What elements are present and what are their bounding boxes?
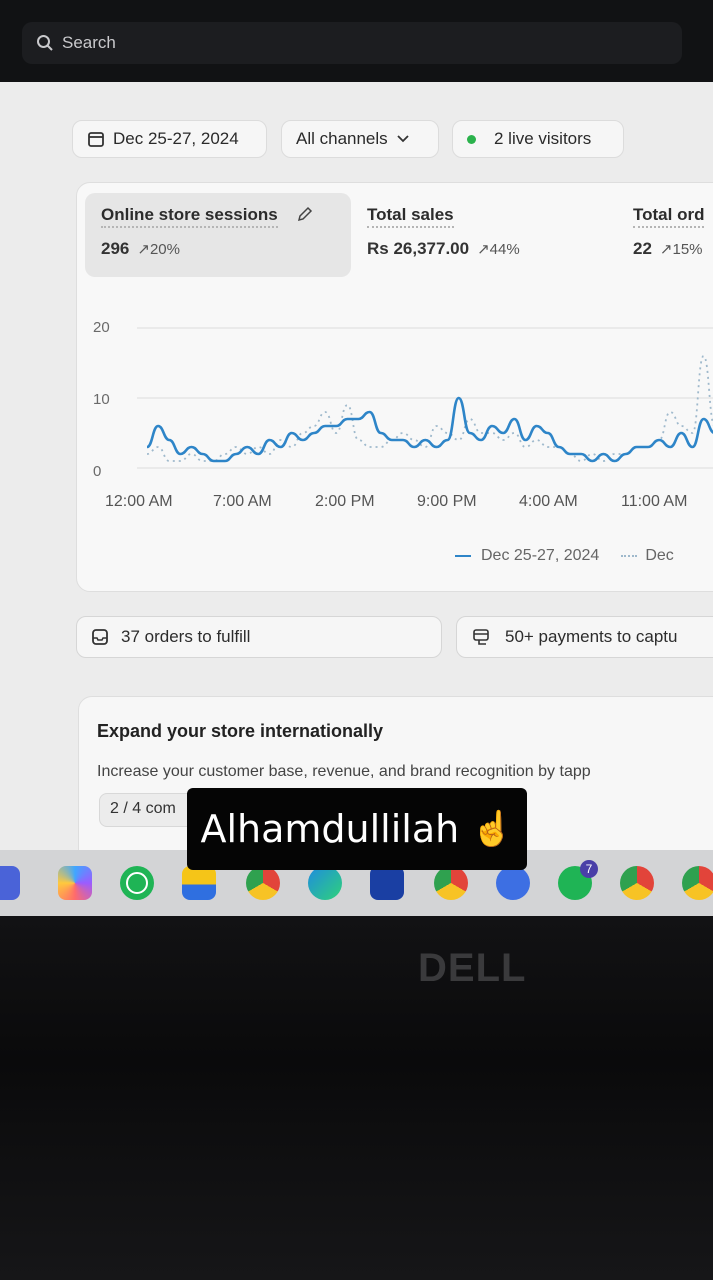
chart-grid — [137, 327, 713, 469]
story-text-sticker: Alhamdullilah ☝️ — [187, 788, 527, 870]
metric-label: Online store sessions — [101, 205, 278, 228]
chart-legend: Dec 25-27, 2024 Dec — [455, 547, 674, 565]
orders-to-fulfill-button[interactable]: 37 orders to fulfill — [76, 616, 442, 658]
pencil-icon[interactable] — [296, 205, 314, 223]
dashboard-screen: Dec 25-27, 2024 All channels 2 live visi… — [0, 82, 713, 850]
date-range-button[interactable]: Dec 25-27, 2024 — [72, 120, 267, 158]
payments-label: 50+ payments to captu — [505, 627, 678, 646]
top-bar: Search — [0, 0, 713, 82]
laptop-bezel — [0, 916, 713, 1280]
x-tick-label: 9:00 PM — [417, 493, 477, 510]
notification-badge: 7 — [580, 860, 598, 878]
analytics-card: Online store sessions 296 ↗20% Total sale… — [76, 182, 713, 592]
channels-label: All channels — [296, 129, 388, 148]
metric-value: Rs 26,377.00 — [367, 239, 470, 258]
x-tick-label: 12:00 AM — [105, 493, 173, 510]
x-tick-label: 4:00 AM — [519, 493, 578, 510]
chrome-icon[interactable] — [620, 866, 654, 900]
calendar-icon — [88, 132, 104, 147]
live-visitors-label: 2 live visitors — [494, 129, 592, 148]
chrome-icon[interactable] — [246, 866, 280, 900]
metric-value: 296 — [101, 239, 130, 258]
inbox-icon — [92, 629, 108, 645]
sessions-chart — [137, 327, 713, 469]
copilot-icon[interactable] — [58, 866, 92, 900]
metric-change: ↗44% — [477, 241, 520, 258]
chrome-icon[interactable] — [682, 866, 713, 900]
whatsapp-icon[interactable] — [120, 866, 154, 900]
x-tick-label: 2:00 PM — [315, 493, 375, 510]
x-tick-label: 11:00 AM — [621, 493, 688, 510]
metric-change: ↗15% — [659, 241, 703, 258]
channels-dropdown[interactable]: All channels — [281, 120, 439, 158]
payments-to-capture-button[interactable]: 50+ payments to captu — [456, 616, 713, 658]
metric-value-row: Rs 26,377.00 ↗44% — [367, 239, 520, 259]
series-line-previous — [146, 355, 713, 462]
sticker-text: Alhamdullilah — [200, 807, 460, 851]
metric-change: ↗20% — [137, 241, 180, 258]
expand-title: Expand your store internationally — [97, 721, 384, 741]
legend-dotted-swatch — [621, 555, 638, 557]
metric-total-sales[interactable]: Total sales Rs 26,377.00 ↗44% — [367, 205, 520, 259]
store-icon[interactable] — [370, 866, 404, 900]
legend-label-previous: Dec — [645, 547, 674, 564]
whatsapp-icon[interactable]: 7 — [558, 860, 598, 900]
live-visitors-button[interactable]: 2 live visitors — [452, 120, 624, 158]
file-explorer-icon[interactable] — [182, 866, 216, 900]
chevron-down-icon — [397, 135, 409, 143]
orders-label: 37 orders to fulfill — [121, 627, 251, 646]
payment-icon — [473, 629, 489, 645]
legend-solid-swatch — [455, 555, 471, 557]
video-icon[interactable] — [0, 866, 20, 900]
metric-value-row: 22 ↗15% — [633, 239, 704, 259]
edge-icon[interactable] — [308, 866, 342, 900]
metric-value-row: 296 ↗20% — [101, 239, 314, 259]
metric-total-orders[interactable]: Total ord 22 ↗15% — [633, 205, 705, 259]
chart-series — [146, 355, 713, 463]
pointing-up-icon: ☝️ — [471, 809, 514, 849]
brave-icon[interactable] — [496, 866, 530, 900]
chrome-icon[interactable] — [434, 866, 468, 900]
legend-label-current: Dec 25-27, 2024 — [481, 547, 600, 564]
metric-label: Total ord — [633, 205, 705, 228]
expand-description: Increase your customer base, revenue, an… — [97, 763, 591, 780]
metric-sessions[interactable]: Online store sessions 296 ↗20% — [101, 205, 314, 259]
search-label: Search — [62, 33, 116, 52]
live-dot-icon — [467, 134, 476, 144]
date-range-label: Dec 25-27, 2024 — [113, 129, 239, 148]
x-tick-label: 7:00 AM — [213, 493, 272, 510]
search-bar[interactable]: Search — [22, 22, 682, 64]
metric-value: 22 — [633, 239, 652, 258]
search-icon — [37, 35, 53, 51]
dell-logo: DELL — [418, 946, 527, 990]
metric-label: Total sales — [367, 205, 454, 228]
series-line-current — [146, 396, 713, 463]
